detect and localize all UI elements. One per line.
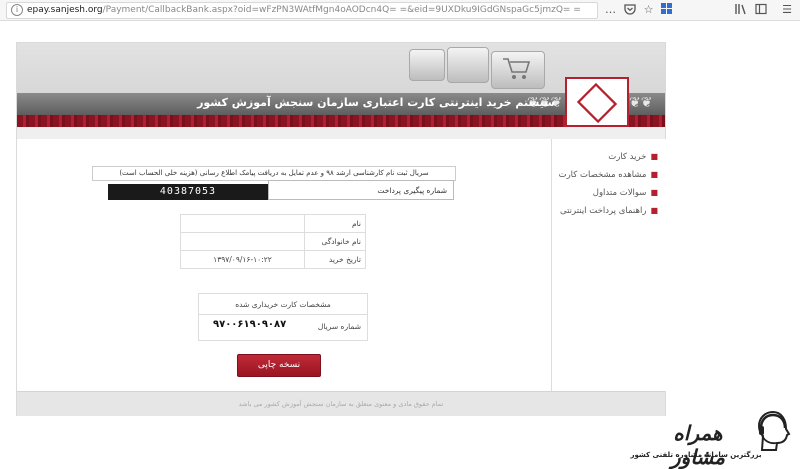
- site-banner: ❦❦❦ ❦❦ سیستم خرید اینترنتی کارت اعتباری …: [17, 43, 665, 127]
- watermark-brand: همراه مشاور: [671, 421, 725, 469]
- divider: [199, 314, 367, 315]
- name-value: [180, 214, 305, 233]
- serial-number-value: ۹۷۰۰۶۱۹۰۹۰۸۷: [213, 319, 287, 330]
- address-bar[interactable]: i epay.sanjesh.org/Payment/CallbackBank.a…: [6, 2, 598, 19]
- purchased-card-box: مشخصات کارت خریداری شده شماره سریال ۹۷۰۰…: [198, 293, 368, 341]
- windows-icon[interactable]: [660, 3, 673, 16]
- bullet-icon: ■: [650, 170, 658, 179]
- browser-toolbar: i epay.sanjesh.org/Payment/CallbackBank.a…: [0, 0, 800, 21]
- family-name-label: نام خانوادگی: [304, 232, 366, 251]
- bullet-icon: ■: [650, 152, 658, 161]
- buyer-info-table: نام نام خانوادگی ۱۳۹۷/۰۹/۱۶-۱۰:۲۲ تاریخ …: [180, 214, 366, 269]
- tracking-number-label: شماره پیگیری پرداخت: [268, 180, 454, 200]
- table-row: نام خانوادگی: [180, 232, 366, 251]
- star-icon[interactable]: ☆: [642, 3, 655, 16]
- tracking-number-value: 40387053: [108, 184, 268, 200]
- url-path: /Payment/CallbackBank.aspx?oid=wFzPN3WAt…: [102, 5, 581, 15]
- library-icon[interactable]: [734, 3, 748, 17]
- ellipsis-icon[interactable]: …: [604, 3, 617, 16]
- info-icon[interactable]: i: [11, 3, 23, 16]
- sanjesh-logo: [565, 77, 629, 127]
- serial-number-label: شماره سریال: [317, 322, 361, 331]
- menu-icon[interactable]: ☰: [780, 3, 794, 17]
- sidebar-item-view-card[interactable]: ■مشاهده مشخصات کارت: [559, 170, 658, 180]
- print-button[interactable]: نسخه چاپی: [237, 354, 321, 377]
- purchase-notice: سریال ثبت نام کارشناسی ارشد ۹۸ و عدم تما…: [92, 166, 456, 181]
- headset-logo: [757, 410, 791, 451]
- cart-icon: [503, 58, 531, 79]
- family-name-value: [180, 232, 305, 251]
- sidebar-icon[interactable]: [754, 3, 768, 17]
- table-row: ۱۳۹۷/۰۹/۱۶-۱۰:۲۲ تاریخ خرید: [180, 250, 366, 269]
- name-label: نام: [304, 214, 366, 233]
- sidebar-item-faq[interactable]: ■سوالات متداول: [593, 188, 658, 198]
- sidebar-item-buy-card[interactable]: ■خرید کارت: [608, 152, 658, 162]
- pocket-icon[interactable]: [623, 3, 636, 16]
- sidebar-item-payment-guide[interactable]: ■راهنمای پرداخت اینترنتی: [560, 206, 658, 216]
- bullet-icon: ■: [650, 188, 658, 197]
- purchase-date-label: تاریخ خرید: [304, 250, 366, 269]
- card-info-title: مشخصات کارت خریداری شده: [235, 300, 331, 309]
- sidebar: ■خرید کارت ■مشاهده مشخصات کارت ■سوالات م…: [551, 139, 666, 391]
- table-row: نام: [180, 214, 366, 233]
- url-domain: epay.sanjesh.org: [27, 5, 103, 15]
- banner-title: سیستم خرید اینترنتی کارت اعتباری سازمان …: [197, 96, 555, 109]
- site-footer: تمام حقوق مادی و معنوی متعلق به سازمان س…: [17, 391, 665, 416]
- keyboard-graphic: [409, 47, 559, 91]
- bullet-icon: ■: [650, 206, 658, 215]
- purchase-date-value: ۱۳۹۷/۰۹/۱۶-۱۰:۲۲: [180, 250, 305, 269]
- watermark-tagline: بزرگترین سامانه مشاوره تلفنی کشور: [630, 451, 762, 459]
- ornament-icon: ❦❦: [629, 95, 653, 111]
